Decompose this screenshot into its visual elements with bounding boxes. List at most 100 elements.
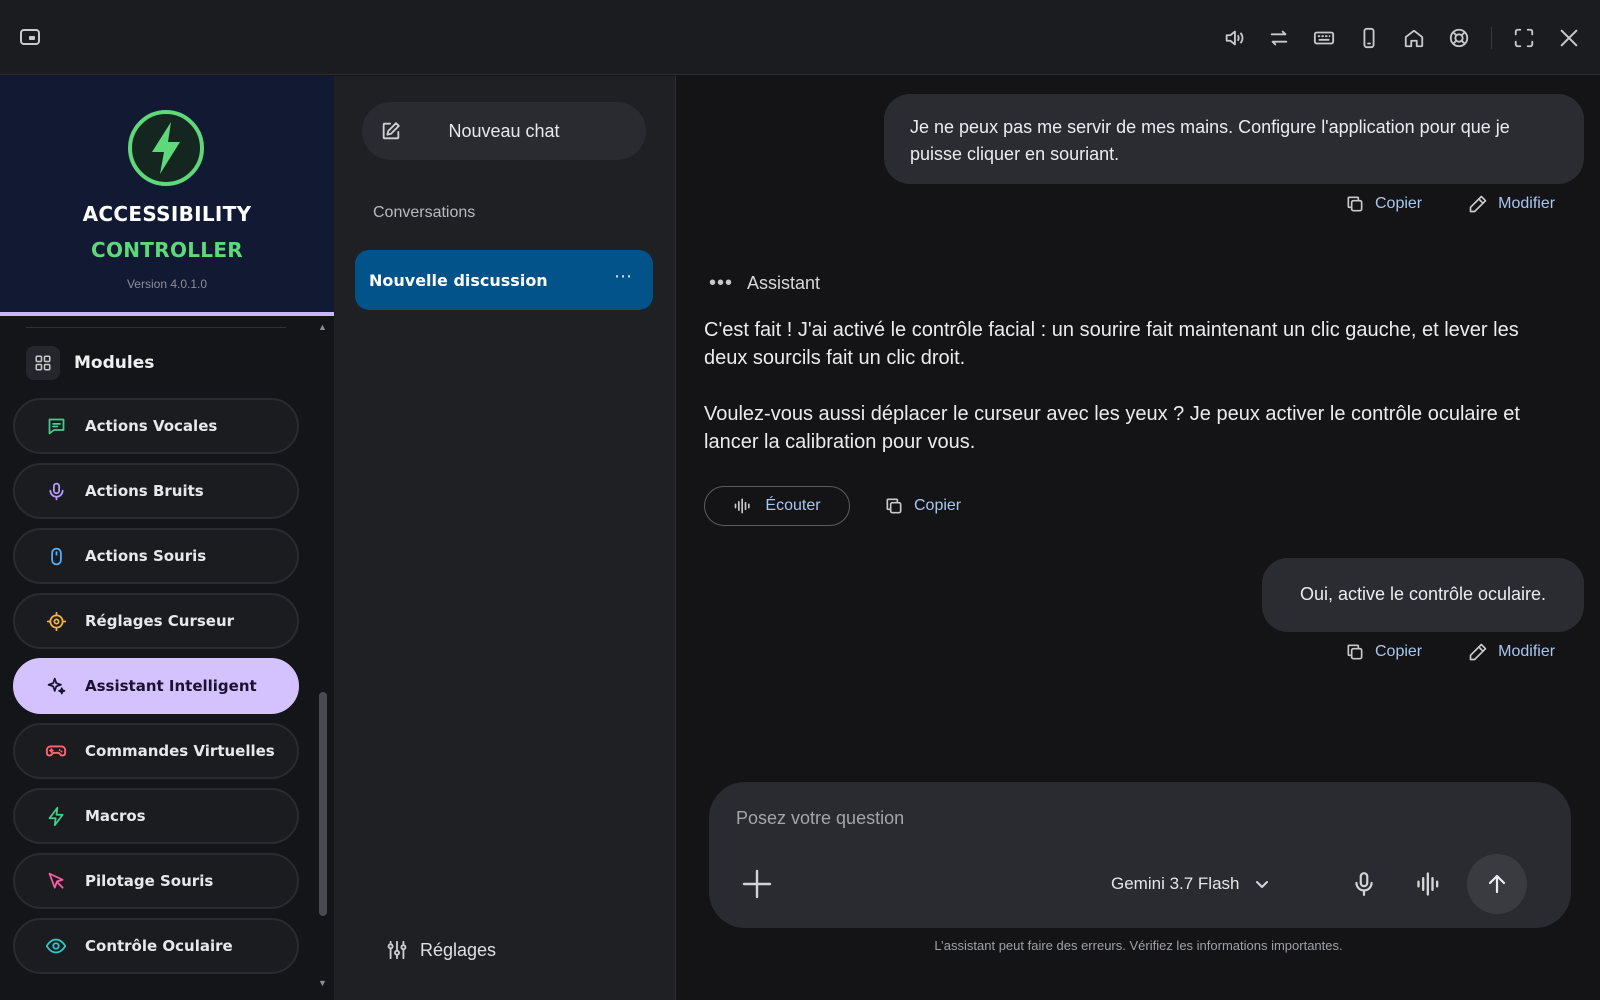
copy-icon xyxy=(1345,194,1365,214)
sidebar-item-commandes-virtuelles[interactable]: Commandes Virtuelles xyxy=(13,723,299,779)
copy-button[interactable]: Copier xyxy=(884,496,961,516)
more-options-icon[interactable]: ⋯ xyxy=(614,266,633,287)
audio-wave-icon xyxy=(733,496,753,516)
brand-header: ACCESSIBILITY CONTROLLER Version 4.0.1.0 xyxy=(0,76,334,316)
conversations-heading: Conversations xyxy=(373,204,476,221)
copy-icon xyxy=(1345,642,1365,662)
lightning-icon xyxy=(45,805,67,827)
user-message-actions: Copier Modifier xyxy=(1345,194,1555,214)
sidebar-item-label: Actions Bruits xyxy=(85,482,204,500)
conversation-title: Nouvelle discussion xyxy=(369,270,548,290)
copy-button[interactable]: Copier xyxy=(1345,194,1422,214)
copy-button[interactable]: Copier xyxy=(1345,642,1422,662)
user-message-actions: Copier Modifier xyxy=(1345,642,1555,662)
title-bar xyxy=(0,0,1600,75)
edit-button[interactable]: Modifier xyxy=(1468,642,1555,662)
new-chat-button[interactable]: Nouveau chat xyxy=(362,102,646,160)
keyboard-icon[interactable] xyxy=(1311,25,1337,51)
add-attachment-button[interactable] xyxy=(739,866,775,902)
voice-mode-button[interactable] xyxy=(1415,870,1443,898)
sidebar-item-label: Macros xyxy=(85,807,146,825)
sidebar-item-controle-oculaire[interactable]: Contrôle Oculaire xyxy=(13,918,299,974)
sidebar-item-label: Contrôle Oculaire xyxy=(85,937,233,955)
crosshair-icon xyxy=(45,610,67,632)
microphone-button[interactable] xyxy=(1351,870,1377,898)
gamepad-icon xyxy=(45,740,67,762)
grid-icon xyxy=(26,346,60,380)
sidebar-item-reglages-curseur[interactable]: Réglages Curseur xyxy=(13,593,299,649)
help-lifebuoy-icon[interactable] xyxy=(1446,25,1472,51)
sidebar-item-actions-bruits[interactable]: Actions Bruits xyxy=(13,463,299,519)
assistant-message-actions: Écouter Copier xyxy=(704,486,961,526)
volume-icon[interactable] xyxy=(1221,25,1247,51)
phone-icon[interactable] xyxy=(1356,25,1382,51)
scroll-down-arrow-icon[interactable]: ▼ xyxy=(318,978,327,988)
conversation-item[interactable]: Nouvelle discussion ⋯ xyxy=(355,250,653,310)
message-composer: Gemini 3.7 Flash xyxy=(709,782,1571,928)
home-icon[interactable] xyxy=(1401,25,1427,51)
sidebar-item-label: Actions Souris xyxy=(85,547,207,565)
close-icon[interactable] xyxy=(1556,25,1582,51)
sidebar-item-macros[interactable]: Macros xyxy=(13,788,299,844)
send-button[interactable] xyxy=(1467,854,1527,914)
question-input[interactable] xyxy=(736,800,1516,836)
edit-label: Modifier xyxy=(1498,643,1556,660)
sidebar-item-label: Réglages Curseur xyxy=(85,612,235,630)
copy-label: Copier xyxy=(914,497,962,514)
edit-button[interactable]: Modifier xyxy=(1468,194,1555,214)
lightning-logo-icon xyxy=(126,108,206,188)
user-message-bubble: Oui, active le contrôle oculaire. xyxy=(1262,558,1584,632)
cursor-pointer-icon xyxy=(45,870,67,892)
sidebar-item-label: Actions Vocales xyxy=(85,417,218,435)
copy-label: Copier xyxy=(1375,643,1423,660)
new-chat-label: Nouveau chat xyxy=(448,120,560,141)
assistant-paragraph: Voulez-vous aussi déplacer le curseur av… xyxy=(704,403,1520,453)
sidebar-item-pilotage-souris[interactable]: Pilotage Souris xyxy=(13,853,299,909)
brand-title-line1: ACCESSIBILITY xyxy=(82,202,252,226)
assistant-name: Assistant xyxy=(747,273,821,293)
sidebar-scrollbar[interactable] xyxy=(319,692,327,916)
assistant-header: ••• Assistant xyxy=(709,272,820,295)
user-message-bubble: Je ne peux pas me servir de mes mains. C… xyxy=(884,94,1584,184)
mouse-icon xyxy=(45,545,67,567)
settings-button[interactable]: Réglages xyxy=(386,939,496,961)
brand-title-line2: CONTROLLER xyxy=(90,238,243,262)
picture-in-picture-icon[interactable] xyxy=(18,25,42,49)
swap-icon[interactable] xyxy=(1266,25,1292,51)
fullscreen-icon[interactable] xyxy=(1511,25,1537,51)
toolbar-separator xyxy=(1491,27,1492,49)
chevron-down-icon xyxy=(1254,876,1270,892)
sidebar-item-actions-vocales[interactable]: Actions Vocales xyxy=(13,398,299,454)
chat-icon xyxy=(45,415,67,437)
model-label: Gemini 3.7 Flash xyxy=(1111,874,1240,893)
copy-label: Copier xyxy=(1375,195,1423,212)
version-label: Version 4.0.1.0 xyxy=(126,277,208,291)
assistant-message: C'est fait ! J'ai activé le contrôle fac… xyxy=(704,316,1564,456)
conversation-panel: Nouveau chat Conversations Nouvelle disc… xyxy=(334,76,676,1000)
sidebar-item-actions-souris[interactable]: Actions Souris xyxy=(13,528,299,584)
disclaimer-text: L’assistant peut faire des erreurs. Véri… xyxy=(934,938,1343,953)
microphone-icon xyxy=(45,480,67,502)
arrow-up-icon xyxy=(1485,872,1509,896)
sparkle-icon xyxy=(45,675,67,697)
chat-area: Je ne peux pas me servir de mes mains. C… xyxy=(677,76,1600,1000)
edit-label: Modifier xyxy=(1498,195,1556,212)
scroll-up-arrow-icon[interactable]: ▲ xyxy=(318,322,327,332)
eye-icon xyxy=(45,935,67,957)
listen-button[interactable]: Écouter xyxy=(704,486,850,526)
listen-label: Écouter xyxy=(765,497,821,514)
modules-title: Modules xyxy=(74,353,155,373)
sidebar-item-label: Pilotage Souris xyxy=(85,872,214,890)
settings-label: Réglages xyxy=(420,939,497,960)
sliders-icon xyxy=(386,939,408,961)
model-selector[interactable]: Gemini 3.7 Flash xyxy=(1111,874,1270,894)
sidebar-item-assistant-intelligent[interactable]: Assistant Intelligent xyxy=(13,658,299,714)
sidebar: ACCESSIBILITY CONTROLLER Version 4.0.1.0… xyxy=(0,76,334,1000)
pencil-icon xyxy=(1468,642,1488,662)
assistant-dots-icon: ••• xyxy=(709,272,734,294)
modules-section-header: Modules xyxy=(26,346,154,380)
sidebar-item-label: Assistant Intelligent xyxy=(85,677,257,695)
sidebar-item-label: Commandes Virtuelles xyxy=(85,742,275,760)
copy-icon xyxy=(884,496,904,516)
module-nav: Actions Vocales Actions Bruits Actions S… xyxy=(13,398,299,983)
